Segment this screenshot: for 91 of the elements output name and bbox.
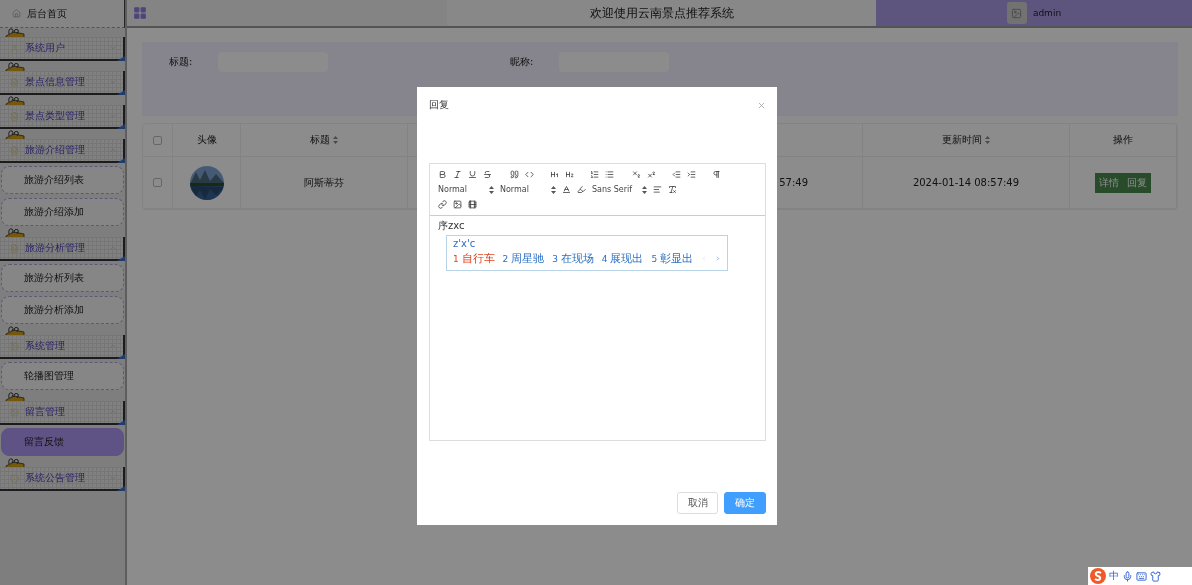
confirm-button[interactable]: 确定 bbox=[724, 492, 766, 514]
sidebar-section[interactable]: 系统公告管理 bbox=[0, 467, 125, 491]
sidebar-item[interactable]: 旅游介绍列表 bbox=[1, 166, 124, 194]
dropdown-arrow-icon bbox=[642, 185, 647, 194]
dropdown-arrow-icon bbox=[550, 185, 556, 194]
code-icon[interactable] bbox=[525, 170, 534, 180]
avatar bbox=[1006, 2, 1027, 24]
sort-icon bbox=[985, 136, 990, 144]
column-header[interactable]: 标题 bbox=[310, 133, 330, 147]
section-icon bbox=[10, 341, 19, 351]
ime-logo-icon[interactable] bbox=[1090, 568, 1106, 584]
text-color-icon[interactable] bbox=[561, 185, 571, 194]
sidebar-item[interactable]: 轮播图管理 bbox=[1, 362, 124, 390]
ime-composition: z'x'c bbox=[453, 238, 477, 249]
checkbox[interactable] bbox=[153, 135, 162, 145]
section-icon bbox=[10, 111, 19, 121]
sidebar-section[interactable]: 留言管理 bbox=[0, 401, 125, 425]
microphone-icon[interactable] bbox=[1122, 570, 1133, 582]
section-label: 旅游介绍管理 bbox=[25, 143, 86, 157]
column-header[interactable]: 更新时间 bbox=[942, 133, 982, 147]
table-cell: 2024-01-14 08:57:49 bbox=[863, 157, 1070, 208]
ime-candidate[interactable]: 1 自行车 bbox=[453, 251, 495, 266]
dialog-title: 回复 bbox=[429, 98, 449, 112]
pilcrow-icon[interactable] bbox=[712, 170, 721, 180]
page-title: 欢迎使用云南景点推荐系统 bbox=[447, 0, 876, 26]
table-cell: 阿斯蒂芬 bbox=[241, 157, 408, 208]
sidebar-item[interactable]: 旅游介绍添加 bbox=[1, 198, 124, 226]
subscript-icon[interactable] bbox=[632, 170, 641, 180]
indent-icon[interactable] bbox=[687, 170, 696, 180]
section-icon bbox=[10, 243, 19, 253]
section-icon bbox=[10, 43, 19, 53]
format-picker[interactable]: Sans Serif bbox=[591, 185, 647, 194]
sidebar-item[interactable]: 旅游分析添加 bbox=[1, 296, 124, 324]
outdent-icon[interactable] bbox=[672, 170, 681, 180]
home-icon bbox=[12, 9, 21, 18]
section-label: 系统公告管理 bbox=[25, 471, 86, 485]
user-name: admin bbox=[1032, 8, 1062, 18]
cancel-button[interactable]: 取消 bbox=[677, 492, 718, 514]
section-label: 系统用户 bbox=[25, 41, 66, 55]
section-icon bbox=[10, 407, 19, 417]
sidebar-section[interactable]: 旅游分析管理 bbox=[0, 237, 125, 261]
section-icon bbox=[10, 77, 19, 87]
link-icon[interactable] bbox=[438, 199, 447, 209]
heading-one-icon[interactable] bbox=[550, 170, 559, 180]
sidebar-item[interactable]: 旅游分析列表 bbox=[1, 264, 124, 292]
editor-text[interactable]: 序zxc bbox=[438, 219, 757, 233]
ime-candidate[interactable]: 3 在现场 bbox=[552, 251, 594, 266]
strikethrough-icon[interactable] bbox=[483, 170, 492, 180]
align-left-icon[interactable] bbox=[653, 185, 662, 194]
column-header[interactable]: 头像 bbox=[196, 133, 217, 147]
sidebar-section[interactable]: 景点类型管理 bbox=[0, 105, 125, 129]
ime-candidate[interactable]: 5 彰显出 bbox=[651, 251, 694, 266]
keyboard-icon[interactable] bbox=[1136, 570, 1147, 582]
sidebar-item[interactable]: 留言反馈 bbox=[1, 428, 124, 456]
video-icon[interactable] bbox=[468, 199, 477, 209]
ime-candidate[interactable]: 4 展现出 bbox=[601, 251, 644, 266]
section-label: 景点类型管理 bbox=[25, 109, 86, 123]
checkbox[interactable] bbox=[153, 178, 162, 187]
sort-icon bbox=[333, 136, 338, 144]
section-label: 旅游分析管理 bbox=[25, 241, 86, 255]
ime-candidate[interactable]: 2 周星驰 bbox=[502, 251, 545, 266]
section-label: 系统管理 bbox=[25, 339, 66, 353]
heading-two-icon[interactable] bbox=[565, 170, 574, 180]
field-label: 标题: bbox=[169, 55, 194, 69]
highlight-icon[interactable] bbox=[576, 185, 586, 194]
sidebar-label: 后台首页 bbox=[27, 6, 67, 21]
field-label: 昵称: bbox=[510, 55, 535, 69]
bullet-list-icon[interactable] bbox=[605, 170, 614, 180]
format-picker[interactable]: Normal bbox=[499, 185, 556, 194]
image-icon[interactable] bbox=[453, 199, 462, 209]
skin-icon[interactable] bbox=[1150, 570, 1161, 582]
column-header[interactable]: 操作 bbox=[1113, 133, 1133, 147]
superscript-icon[interactable] bbox=[647, 170, 656, 180]
underline-icon[interactable] bbox=[468, 170, 477, 180]
ordered-list-icon[interactable] bbox=[590, 170, 599, 180]
ime-mode[interactable]: 中 bbox=[1109, 569, 1119, 583]
italic-icon[interactable] bbox=[453, 170, 462, 180]
bold-icon[interactable] bbox=[438, 170, 447, 180]
clear-format-icon[interactable] bbox=[668, 185, 677, 194]
sidebar-item[interactable]: 后台首页 bbox=[0, 0, 125, 28]
sidebar-section[interactable]: 旅游介绍管理 bbox=[0, 139, 125, 163]
sidebar-section[interactable]: 系统用户 bbox=[0, 37, 125, 61]
section-icon bbox=[10, 473, 19, 483]
sidebar-section[interactable]: 系统管理 bbox=[0, 335, 125, 359]
quote-icon[interactable] bbox=[510, 170, 519, 180]
section-icon bbox=[10, 145, 19, 155]
format-picker[interactable]: Normal bbox=[438, 185, 494, 194]
dropdown-arrow-icon bbox=[488, 185, 494, 194]
section-label: 留言管理 bbox=[25, 405, 66, 419]
sidebar-section[interactable]: 景点信息管理 bbox=[0, 71, 125, 95]
section-label: 景点信息管理 bbox=[25, 75, 86, 89]
